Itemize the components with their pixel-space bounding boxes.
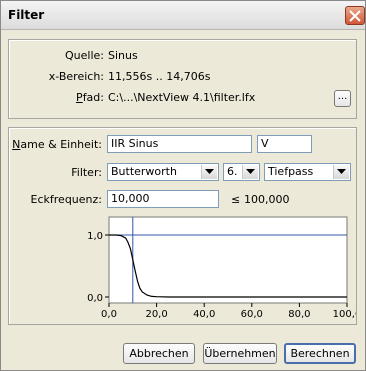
close-icon — [349, 10, 361, 22]
filter-settings-panel: Name & Einheit: IIR Sinus V Filter: Butt… — [8, 127, 357, 325]
plot-area — [108, 216, 348, 304]
chevron-down-icon — [246, 169, 255, 174]
filter-order-select[interactable]: 6. — [223, 163, 260, 181]
title-bar: Filter — [1, 1, 365, 30]
name-label-rest: ame & Einheit: — [20, 138, 102, 151]
quelle-label: Quelle: — [65, 49, 104, 62]
x-tick-label: 60,0 — [241, 309, 263, 320]
chevron-down-icon — [205, 169, 214, 174]
cancel-button[interactable]: Abbrechen — [123, 343, 195, 364]
x-tick-label: 80,0 — [288, 309, 310, 320]
apply-button[interactable]: Übernehmen — [203, 343, 277, 364]
unit-input[interactable]: V — [257, 135, 312, 153]
x-tick-label: 100,0 — [333, 309, 356, 320]
name-input[interactable]: IIR Sinus — [107, 135, 252, 153]
pfad-value: C:\...\NextView 4.1\filter.lfx — [108, 91, 256, 104]
x-tick-label: 40,0 — [193, 309, 215, 320]
y-tick-label: 1,0 — [87, 231, 103, 242]
close-button[interactable] — [345, 6, 365, 25]
frequency-response-chart: 1,0 0,0 0,0 20,0 40,0 60,0 80,0 100,0 — [87, 216, 356, 320]
y-tick-label: 0,0 — [87, 293, 103, 304]
filter-type-dropdown-button[interactable] — [201, 165, 217, 179]
filter-mode-value: Tiefpass — [268, 165, 314, 178]
browse-button[interactable]: ... — [334, 90, 351, 107]
pfad-label-rest: fad: — [82, 91, 104, 104]
filter-mode-select[interactable]: Tiefpass — [264, 163, 351, 181]
filter-mode-dropdown-button[interactable] — [333, 165, 349, 179]
source-info-panel: Quelle: Sinus x-Bereich: 11,556s .. 14,7… — [8, 39, 357, 119]
window-title: Filter — [8, 8, 45, 22]
compute-button[interactable]: Berechnen — [284, 343, 356, 364]
pfad-label: Pfad: — [76, 91, 104, 104]
filter-order-dropdown-button[interactable] — [242, 165, 258, 179]
filter-label: Filter: — [71, 166, 102, 179]
x-tick-label: 20,0 — [145, 309, 167, 320]
quelle-value: Sinus — [108, 49, 138, 62]
filter-type-select[interactable]: Butterworth — [107, 163, 219, 181]
x-bereich-value: 11,556s .. 14,706s — [108, 70, 211, 83]
max-frequency-value: 100,000 — [244, 193, 290, 206]
cutoff-frequency-label: Eckfrequenz: — [30, 193, 102, 206]
limit-symbol: ≤ — [231, 193, 241, 206]
pfad-label-mnemonic: P — [76, 91, 83, 104]
filter-order-value: 6. — [227, 165, 238, 178]
filter-dialog: Filter Quelle: Sinus x-Bereich: 11,556s … — [0, 0, 366, 371]
cutoff-frequency-input[interactable]: 10,000 — [107, 190, 219, 208]
x-tick-label: 0,0 — [101, 309, 117, 320]
name-unit-label: Name & Einheit: — [12, 138, 102, 151]
chevron-down-icon — [337, 169, 346, 174]
x-bereich-label: x-Bereich: — [48, 70, 104, 83]
filter-type-value: Butterworth — [111, 165, 177, 178]
